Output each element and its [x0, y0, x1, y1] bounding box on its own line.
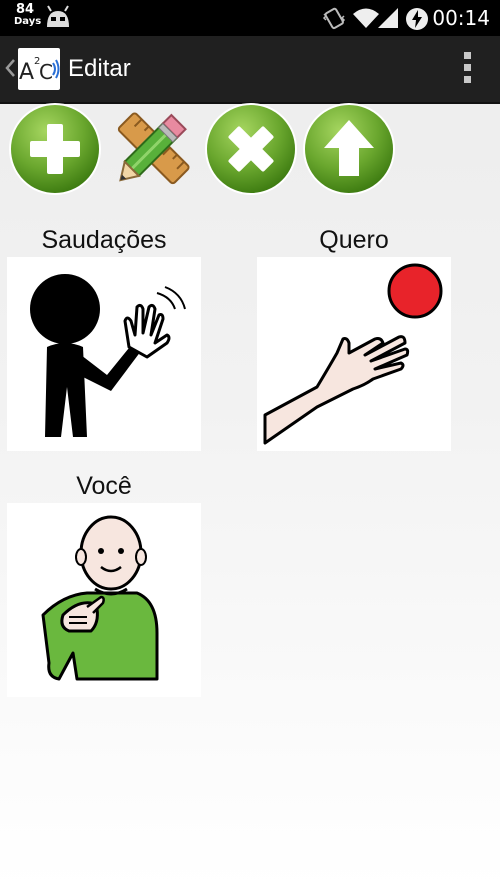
hand-reaching-ball-pictogram — [257, 257, 451, 451]
delete-icon[interactable] — [204, 102, 298, 196]
add-icon[interactable] — [8, 102, 102, 196]
card-label: Quero — [319, 226, 389, 254]
page-title: Editar — [68, 55, 131, 82]
waving-person-pictogram — [7, 257, 201, 451]
signal-icon — [378, 8, 398, 28]
card-saudacoes[interactable]: Saudações — [7, 223, 201, 451]
card-label: Você — [76, 472, 132, 500]
app-logo-icon[interactable]: A 2 C — [18, 48, 60, 90]
android-icon — [47, 5, 69, 27]
app-logo-graphic: A 2 C — [19, 56, 60, 85]
svg-text:A: A — [19, 60, 34, 85]
person-pointing-pictogram — [7, 503, 201, 697]
days-label: Days — [14, 16, 42, 27]
vibrate-icon — [322, 7, 346, 30]
card-quero[interactable]: Quero — [257, 223, 451, 451]
status-bar: 84 Days 00:14 — [0, 0, 500, 36]
action-bar: A 2 C Editar — [0, 36, 500, 104]
overflow-menu-icon[interactable] — [462, 52, 472, 86]
up-chevron-icon[interactable] — [4, 58, 16, 78]
days-counter: 84 Days — [14, 2, 42, 27]
days-number: 84 — [15, 2, 35, 17]
card-label: Saudações — [41, 226, 167, 254]
edit-icon[interactable] — [106, 102, 200, 196]
card-voce[interactable]: Você — [7, 469, 201, 697]
clock: 00:14 — [432, 6, 490, 30]
move-up-icon[interactable] — [302, 102, 396, 196]
battery-charging-icon — [406, 8, 428, 30]
svg-text:C: C — [39, 60, 53, 84]
edit-toolbar — [0, 102, 500, 202]
